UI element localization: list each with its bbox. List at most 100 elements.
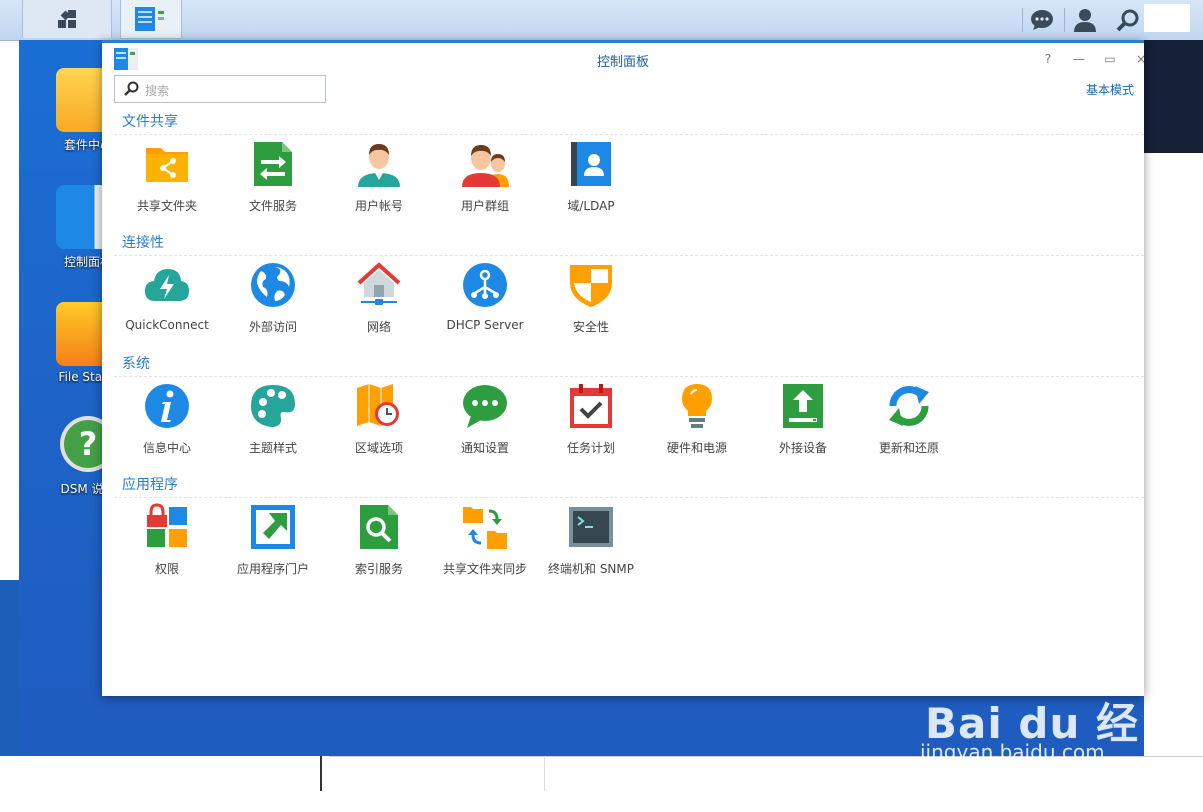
item-terminal-snmp[interactable]: 终端机和 SNMP (538, 503, 644, 577)
taskbar (0, 0, 1203, 41)
item-label: QuickConnect (125, 318, 209, 332)
item-hardware-power[interactable]: 硬件和电源 (644, 382, 750, 456)
user-icon (1074, 9, 1096, 32)
section-connectivity: 连接性 QuickConnect 外部访问 网络 DHCP Server 安全性 (114, 233, 1144, 334)
item-privileges[interactable]: 权限 (114, 503, 220, 577)
section-title: 应用程序 (122, 477, 178, 493)
main-menu-button[interactable] (22, 0, 112, 38)
item-label: 更新和还原 (878, 441, 939, 455)
item-label: 外部访问 (248, 320, 297, 334)
item-external-access[interactable]: 外部访问 (220, 261, 326, 335)
indexing-service-icon (360, 505, 398, 549)
taskbar-separator (1064, 8, 1065, 32)
item-label: 硬件和电源 (666, 441, 727, 455)
minimize-button[interactable]: — (1072, 53, 1086, 65)
item-theme[interactable]: 主题样式 (220, 382, 326, 456)
window-title: 控制面板 (596, 55, 649, 70)
item-label: 区域选项 (354, 441, 403, 455)
file-services-icon (254, 142, 292, 186)
item-label: 共享文件夹 (136, 199, 197, 213)
item-shared-folder[interactable]: 共享文件夹 (114, 140, 220, 214)
item-info-center[interactable]: 信息中心 (114, 382, 220, 456)
item-domain-ldap[interactable]: 域/LDAP (538, 140, 644, 214)
item-dhcp-server[interactable]: DHCP Server (432, 261, 538, 332)
search-icon (1116, 9, 1139, 32)
item-user-group[interactable]: 用户群组 (432, 140, 538, 214)
notification-icon (463, 385, 507, 428)
section-system: 系统 信息中心 主题样式 区域选项 通知设置 任务计划 硬件和电源 外接设备 更… (114, 354, 1144, 455)
item-label: 索引服务 (354, 562, 403, 576)
item-shared-folder-sync[interactable]: 共享文件夹同步 (432, 503, 538, 577)
control-panel-icon (135, 7, 167, 31)
security-shield-icon (570, 265, 612, 307)
update-restore-icon (889, 386, 929, 426)
search-placeholder: 搜索 (145, 84, 170, 98)
maximize-button[interactable]: ▭ (1103, 53, 1117, 65)
user-account-icon (358, 144, 400, 187)
privileges-icon (147, 503, 187, 547)
task-scheduler-icon (570, 384, 612, 428)
item-label: DHCP Server (446, 318, 524, 332)
baidu-watermark: Bai du 经验 jingyan.baidu.com (900, 660, 1150, 809)
watermark-sub-text: jingyan.baidu.com (920, 740, 1105, 764)
item-file-services[interactable]: 文件服务 (220, 140, 326, 214)
section-title: 系统 (122, 356, 150, 372)
basic-mode-link[interactable]: 基本模式 (1086, 81, 1134, 98)
item-external-devices[interactable]: 外接设备 (750, 382, 856, 456)
search-icon (124, 81, 139, 96)
regional-options-icon (357, 384, 399, 426)
item-label: 安全性 (572, 320, 609, 334)
terminal-snmp-icon (569, 507, 613, 547)
theme-palette-icon (251, 385, 295, 427)
item-label: 文件服务 (248, 199, 297, 213)
desktop-dark-area (1144, 40, 1203, 153)
taskbar-blank-area (1144, 4, 1190, 32)
item-label: 通知设置 (460, 441, 509, 455)
info-center-icon (145, 384, 189, 428)
item-label: 域/LDAP (567, 199, 615, 213)
item-indexing-service[interactable]: 索引服务 (326, 503, 432, 577)
grid-icon (58, 10, 76, 28)
item-label: 应用程序门户 (236, 562, 309, 576)
section-title: 连接性 (122, 235, 164, 251)
item-security[interactable]: 安全性 (538, 261, 644, 335)
user-group-icon (462, 145, 509, 187)
close-button[interactable]: × (1134, 53, 1144, 65)
section-applications: 应用程序 权限 应用程序门户 索引服务 共享文件夹同步 终端机和 SNMP (114, 475, 1144, 576)
quickconnect-icon (145, 269, 189, 301)
item-label: 用户群组 (460, 199, 509, 213)
external-devices-icon (783, 384, 823, 428)
item-user-account[interactable]: 用户帐号 (326, 140, 432, 214)
item-regional-options[interactable]: 区域选项 (326, 382, 432, 456)
taskbar-separator (1022, 8, 1023, 32)
search-button[interactable] (1110, 6, 1146, 34)
item-quickconnect[interactable]: QuickConnect (114, 261, 220, 332)
item-label: 信息中心 (142, 441, 191, 455)
svg-text:?: ? (79, 425, 98, 463)
help-button[interactable]: ? (1041, 53, 1055, 65)
external-access-icon (251, 263, 295, 307)
section-file-sharing: 文件共享 共享文件夹 文件服务 用户帐号 用户群组 域/LDAP (114, 112, 1144, 213)
window-title-bar[interactable]: 控制面板 ? — ▭ × (102, 43, 1144, 75)
item-application-portal[interactable]: 应用程序门户 (220, 503, 326, 577)
item-label: 终端机和 SNMP (548, 562, 634, 576)
chat-button[interactable] (1024, 6, 1060, 34)
item-notification[interactable]: 通知设置 (432, 382, 538, 456)
item-label: 权限 (154, 562, 179, 576)
user-button[interactable] (1067, 6, 1103, 34)
application-portal-icon (251, 505, 295, 549)
domain-ldap-icon (571, 142, 611, 186)
item-label: 任务计划 (566, 441, 615, 455)
taskbar-control-panel-button[interactable] (120, 0, 182, 39)
control-panel-window: 控制面板 ? — ▭ × 搜索 基本模式 文件共享 共享文件夹 文件服务 用户帐… (102, 40, 1144, 696)
search-input[interactable]: 搜索 (114, 75, 326, 103)
item-label: 主题样式 (248, 441, 297, 455)
shared-folder-sync-icon (463, 507, 507, 549)
chat-icon (1031, 10, 1053, 30)
item-task-scheduler[interactable]: 任务计划 (538, 382, 644, 456)
item-update-restore[interactable]: 更新和还原 (856, 382, 962, 456)
item-network[interactable]: 网络 (326, 261, 432, 335)
section-title: 文件共享 (122, 114, 178, 130)
item-label: 网络 (366, 320, 391, 334)
item-label: 共享文件夹同步 (442, 562, 527, 576)
